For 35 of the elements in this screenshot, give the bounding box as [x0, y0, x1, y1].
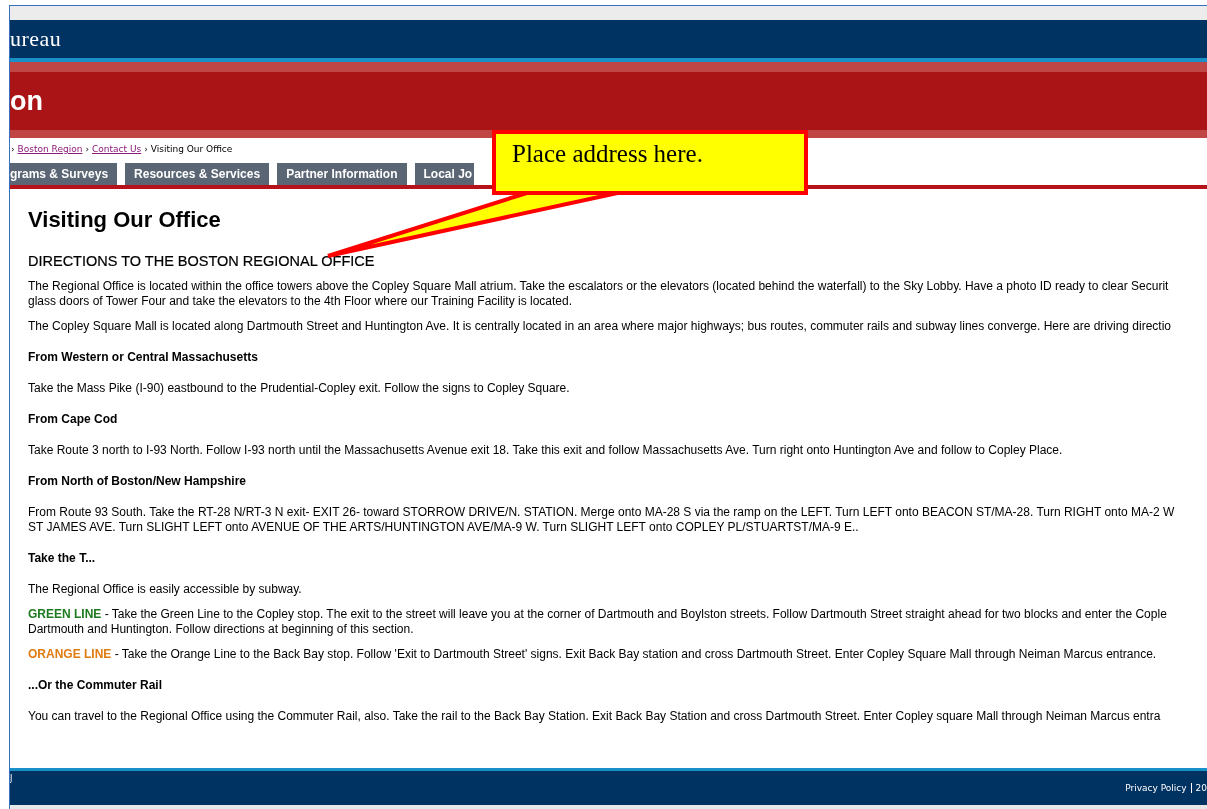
breadcrumb-link[interactable]: Boston Region — [17, 144, 83, 154]
callout-note: Place address here. — [492, 130, 808, 195]
nav-tab[interactable]: Resources & Services — [125, 163, 270, 185]
section-title: DIRECTIONS TO THE BOSTON REGIONAL OFFICE — [28, 253, 376, 269]
subheading: Take the T... — [28, 551, 97, 566]
breadcrumb-link[interactable]: Contact Us — [92, 144, 142, 154]
footer-link[interactable]: Privacy Policy — [1121, 783, 1191, 793]
paragraph-line: ST JAMES AVE. Turn SLIGHT LEFT onto AVENUE OF THE ARTS/HUNTINGTON AVE/MA-9 W. Turn SLIGHT LEFT onto COPLEY PL/STUARTST/MA-9 E.. — [28, 520, 860, 535]
nav-tab[interactable]: Local Jo — [414, 163, 475, 185]
paragraph-line: glass doors of Tower Four and take the elevators to the 4th Floor where our Training Facility is located. — [28, 294, 574, 309]
page-title: Visiting Our Office — [28, 207, 222, 233]
paragraph-line: Dartmouth and Huntington. Follow directions at beginning of this section. — [28, 622, 415, 637]
paragraph-line: You can travel to the Regional Office using the Commuter Rail, also. Take the rail to the Back Bay Station. Exit Back Bay Station and cross Dartmouth Street. Enter Copley square Mall through Neiman Marcus entra — [28, 709, 1162, 724]
breadcrumb-separator: › — [85, 144, 89, 154]
breadcrumb-current: Visiting Our Office — [150, 144, 233, 154]
paragraph-line: The Regional Office is easily accessible by subway. — [28, 582, 303, 597]
paragraph-line: The Copley Square Mall is located along Dartmouth Street and Huntington Ave. It is centrally located in an area where major highways; bus routes, commuter rails and subway lines converge. Here are driving directio — [28, 319, 1173, 334]
subheading: From Western or Central Massachusetts — [28, 350, 259, 365]
nav-tab[interactable]: Partner Information — [277, 163, 407, 185]
breadcrumb-separator: › — [11, 144, 15, 154]
paragraph-line: Take Route 3 north to I-93 North. Follow I-93 north until the Massachusetts Avenue exit 18. Take this exit and follow Massachusetts Ave. Turn right onto Huntington Ave and follow to Copley Place. — [28, 443, 1064, 458]
subheading: From North of Boston/New Hampshire — [28, 474, 247, 489]
footer-text: J — [10, 774, 13, 783]
paragraph-line: GREEN LINE - Take the Green Line to the Copley stop. The exit to the street will leave you at the corner of Dartmouth and Boylston streets. Follow Dartmouth Street straight ahead for two blocks and enter the Cople — [28, 607, 1168, 622]
subheading: From Cape Cod — [28, 412, 119, 427]
breadcrumb-separator: › — [144, 144, 148, 154]
paragraph-line: ORANGE LINE - Take the Orange Line to the Back Bay stop. Follow 'Exit to Dartmouth Street' signs. Exit Back Bay station and cross Dartmouth Street. Enter Copley Square Mall through Neiman Marcus entrance. — [28, 647, 1158, 662]
nav-tab[interactable]: grams & Surveys — [10, 163, 118, 185]
region-title: on — [10, 85, 43, 117]
paragraph-line: Take the Mass Pike (I-90) eastbound to the Prudential-Copley exit. Follow the signs to Copley Square. — [28, 381, 571, 396]
site-name: ureau — [10, 26, 62, 52]
paragraph-line: The Regional Office is located within the office towers above the Copley Square Mall atrium. Take the escalators or the elevators (located behind the waterfall) to the Sky Lobby. Have a photo ID ready to clear Securit — [28, 279, 1170, 294]
paragraph-line: From Route 93 South. Take the RT-28 N/RT-3 N exit- EXIT 26- toward STORROW DRIVE/N. STATION. Merge onto MA-28 S via the ramp on the LEFT. Turn LEFT onto BEACON ST/MA-28. Turn RIGHT onto MA-2 W — [28, 505, 1176, 520]
subheading: ...Or the Commuter Rail — [28, 678, 164, 693]
footer-link[interactable]: 20 — [1190, 783, 1207, 793]
